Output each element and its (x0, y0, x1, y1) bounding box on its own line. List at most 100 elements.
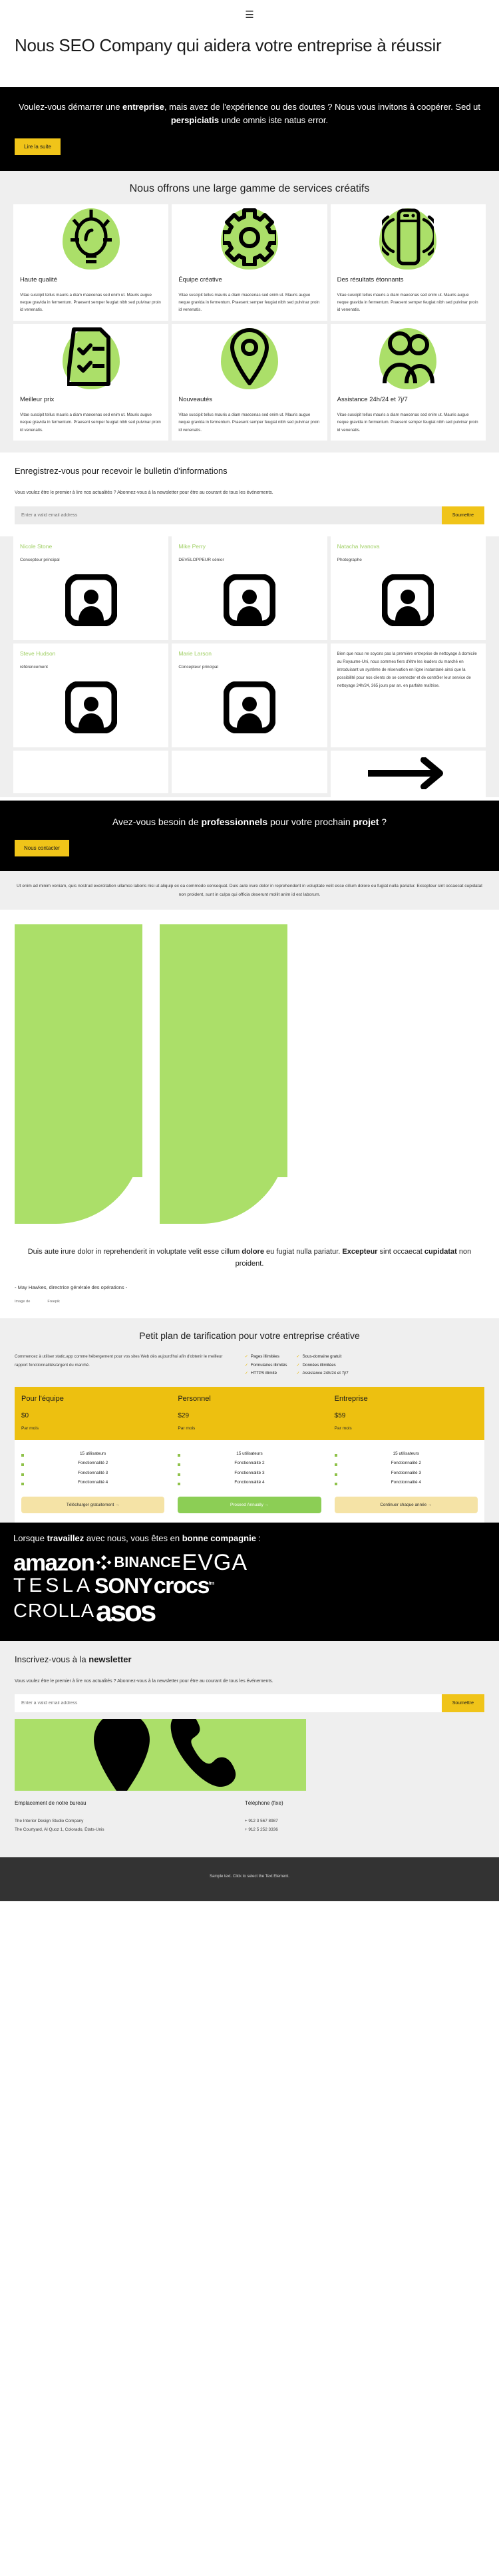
service-card[interactable]: Meilleur prix Vitae suscipit tellus maur… (13, 323, 169, 441)
team-member-photo (20, 676, 162, 739)
footer: Sample text. Click to select the Text El… (0, 1857, 499, 1901)
service-card-text: Vitae suscipit tellus mauris a diam maec… (178, 412, 320, 433)
location-pin-icon (93, 1718, 150, 1791)
pricing-feature: Pages illimitées (245, 1353, 287, 1361)
quote-glyph-tail (160, 1137, 287, 1224)
contact-media (15, 1718, 484, 1791)
newsletter-bottom-submit-button[interactable]: Soumettre (441, 1694, 484, 1712)
quote-text-part2: eu fugiat nulla pariatur. (263, 1247, 343, 1256)
contact-office-col: Emplacement de notre bureau The Interior… (15, 1800, 236, 1835)
newsletter-top-email-input[interactable] (15, 506, 442, 524)
team-member-card[interactable]: Marie Larson Concepteur principal (172, 643, 327, 747)
contact-phone-line1[interactable]: + 912 3 567 8987 (245, 1817, 466, 1825)
brand-logo-row: CROLLA asos (13, 1594, 486, 1628)
team-row-2: Steve Hudson référencement Marie Larson … (13, 643, 486, 747)
team-member-name: Natacha Ivanova (337, 542, 380, 550)
pricing-plan-feature-col: 15 utilisateurs Fonctionnalité 2 Fonctio… (171, 1449, 327, 1487)
team-member-role: référencement (20, 664, 48, 669)
team-member-photo (20, 569, 162, 632)
image-credit-source[interactable]: Freepik (47, 1300, 60, 1304)
service-icon-wrap (331, 324, 486, 389)
team-member-photo (337, 569, 479, 632)
image-credit: Image de Freepik (15, 1300, 484, 1304)
service-card[interactable]: Assistance 24h/24 et 7j/7 Vitae suscipit… (330, 323, 486, 441)
service-card[interactable]: Équipe créative Vitae suscipit tellus ma… (172, 204, 327, 321)
contact-us-button[interactable]: Nous contacter (15, 839, 69, 856)
brand-logo-tesla: TESLA (13, 1574, 94, 1596)
read-more-button[interactable]: Lire la suite (15, 138, 61, 155)
team-member-card[interactable]: Mike Perry DEVELOPPEUR sénior (172, 536, 327, 640)
plan-title: Entreprise (334, 1395, 368, 1403)
team-member-card[interactable]: Nicole Stone Concepteur principal (13, 536, 169, 640)
service-card[interactable]: Des résultats étonnants Vitae suscipit t… (330, 204, 486, 321)
brand-logo-asos: asos (96, 1594, 156, 1628)
team-row-3 (13, 750, 486, 797)
service-card-text: Vitae suscipit tellus mauris a diam maec… (20, 292, 161, 313)
service-card[interactable]: Haute qualité Vitae suscipit tellus maur… (13, 204, 169, 321)
plan-feature: Fonctionnalité 3 (21, 1469, 164, 1478)
team-member-photo (178, 676, 320, 739)
pricing-feature: Données illimitées (297, 1362, 349, 1370)
cta-top-bold2: perspiciatis (170, 115, 220, 126)
cta-pro-text-part2: pour votre prochain (267, 816, 353, 827)
brands-bold1: travaillez (47, 1533, 84, 1543)
contact-phone-line2[interactable]: + 912 5 252 3336 (245, 1825, 466, 1834)
team-member-card[interactable]: Natacha Ivanova Photographe (330, 536, 486, 640)
cta-top-text-part1: Voulez-vous démarrer une (18, 102, 123, 112)
team-member-role: Concepteur principal (178, 664, 218, 669)
plan-continue-yearly-button[interactable]: Continuer chaque année → (334, 1496, 478, 1513)
newsletter-bottom-title: Inscrivez-vous à la newsletter (15, 1654, 484, 1664)
plan-period: Par mois (178, 1426, 196, 1431)
pricing-title: Petit plan de tarification pour votre en… (139, 1330, 360, 1342)
pricing-features-col2: Sous-domaine gratuit Données illimitées … (297, 1353, 349, 1378)
newsletter-bottom-section: Inscrivez-vous à la newsletter Vous voul… (0, 1640, 499, 1857)
quote-section (0, 909, 499, 1224)
plan-amount: $29 (178, 1412, 190, 1420)
cta-pro-section: Avez-vous besoin de professionnels pour … (0, 800, 499, 871)
plan-feature-list: 15 utilisateurs Fonctionnalité 2 Fonctio… (334, 1449, 478, 1487)
brands-bold2: bonne compagnie (182, 1533, 256, 1543)
service-card-text: Vitae suscipit tellus mauris a diam maec… (20, 412, 161, 433)
lorem-section: Ut enim ad minim veniam, quis nostrud ex… (0, 870, 499, 910)
contact-phone-body: + 912 3 567 8987 + 912 5 252 3336 (245, 1817, 466, 1835)
newsletter-bottom-title-bold: newsletter (88, 1654, 132, 1664)
hero-spacer (0, 57, 499, 87)
brand-logo-sony: SONY (94, 1573, 153, 1598)
plan-feature: Fonctionnalité 2 (178, 1459, 321, 1468)
plan-button-wrap: Télécharger gratuitement → (15, 1496, 171, 1513)
service-card-title: Haute qualité (20, 276, 57, 283)
team-about-text: Bien que nous ne soyons pas la première … (337, 651, 477, 688)
hamburger-menu-icon[interactable]: ☰ (245, 10, 253, 20)
contact-media-spacer (309, 1719, 484, 1791)
team-next-card[interactable] (330, 750, 486, 797)
plan-feature: Fonctionnalité 3 (178, 1469, 321, 1478)
service-card[interactable]: Nouveautés Vitae suscipit tellus mauris … (172, 323, 327, 441)
contact-office-line2: The Courtyard, Al Quoz 1, Colorado, État… (15, 1827, 104, 1833)
brand-logo-row: amazon BINANCE EVGA (13, 1551, 486, 1574)
team-about-card: Bien que nous ne soyons pas la première … (330, 643, 486, 747)
team-member-card[interactable]: Steve Hudson référencement (13, 643, 169, 747)
arrow-right-icon[interactable] (368, 757, 448, 789)
footer-text[interactable]: Sample text. Click to select the Text El… (13, 1875, 486, 1879)
team-member-role: Photographe (337, 557, 362, 562)
plan-feature: Fonctionnalité 4 (334, 1478, 478, 1487)
newsletter-top-section: Enregistrez-vous pour recevoir le bullet… (0, 453, 499, 536)
person-placeholder-icon (223, 681, 275, 734)
service-icon-wrap (172, 324, 327, 389)
plan-download-free-button[interactable]: Télécharger gratuitement → (21, 1496, 165, 1513)
newsletter-bottom-email-input[interactable] (15, 1694, 442, 1712)
plan-proceed-annually-button[interactable]: Proceed Annually → (178, 1496, 321, 1513)
brands-text-part1: Lorsque (13, 1533, 47, 1543)
plan-period: Par mois (334, 1426, 352, 1431)
quote-bold3: cupidatat (424, 1247, 457, 1256)
cta-top-bold1: entreprise (122, 102, 164, 112)
services-row-1: Haute qualité Vitae suscipit tellus maur… (0, 204, 499, 321)
contact-info: Emplacement de notre bureau The Interior… (15, 1791, 484, 1845)
pricing-plan-features: 15 utilisateurs Fonctionnalité 2 Fonctio… (15, 1440, 484, 1487)
quote-glyph-left (15, 924, 142, 1224)
brand-logo-evga: EVGA (182, 1550, 248, 1576)
newsletter-top-submit-button[interactable]: Soumettre (441, 506, 484, 524)
binance-diamond-icon (96, 1555, 112, 1570)
service-card-text: Vitae suscipit tellus mauris a diam maec… (337, 292, 478, 313)
pricing-plan-header: Entreprise $59 Par mois (328, 1387, 484, 1440)
